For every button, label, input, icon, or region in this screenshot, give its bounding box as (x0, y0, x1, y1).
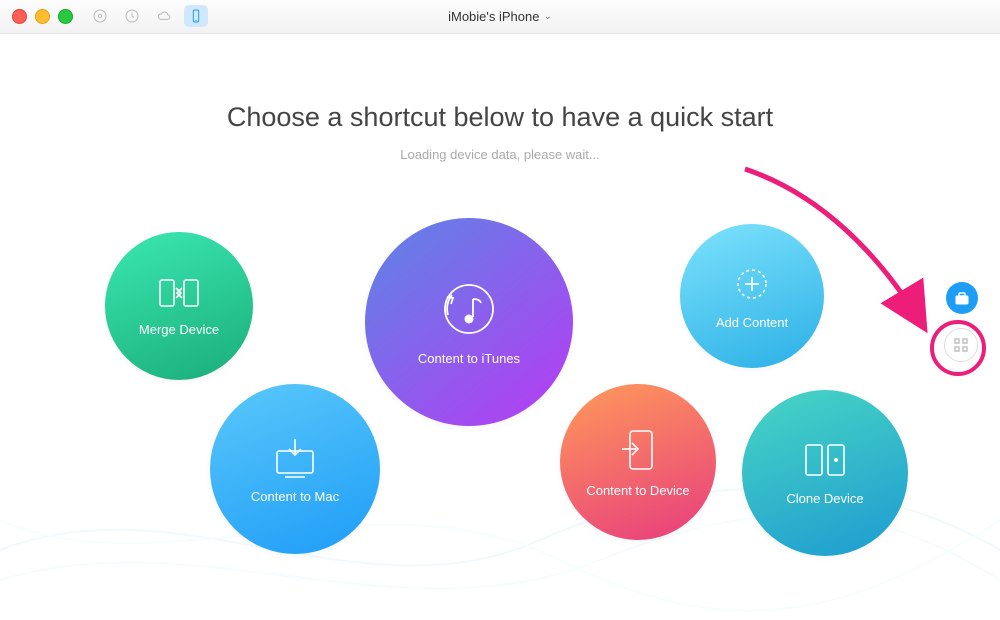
app-window: iMobie's iPhone ⌄ Choose a shortcut belo… (0, 0, 1000, 620)
chevron-down-icon: ⌄ (543, 11, 551, 22)
device-arrow-icon (618, 427, 658, 473)
content-to-mac-label: Content to Mac (251, 489, 339, 504)
content-to-mac-shortcut[interactable]: Content to Mac (210, 384, 380, 554)
icloud-button[interactable] (152, 5, 176, 27)
add-content-shortcut[interactable]: Add Content (680, 224, 824, 368)
page-title: Choose a shortcut below to have a quick … (0, 102, 1000, 133)
content-to-device-shortcut[interactable]: Content to Device (560, 384, 716, 540)
itunes-library-button[interactable] (88, 5, 112, 27)
clone-device-shortcut[interactable]: Clone Device (742, 390, 908, 556)
itunes-sync-icon (433, 279, 505, 341)
window-zoom-button[interactable] (58, 9, 73, 24)
toolbox-button[interactable] (946, 282, 978, 314)
cloud-icon (156, 8, 172, 24)
loading-status: Loading device data, please wait... (0, 147, 1000, 162)
history-icon (124, 8, 140, 24)
merge-device-shortcut[interactable]: Merge Device (105, 232, 253, 380)
merge-device-icon (156, 276, 202, 312)
device-button[interactable] (184, 5, 208, 27)
backup-history-button[interactable] (120, 5, 144, 27)
main-content: Choose a shortcut below to have a quick … (0, 34, 1000, 620)
add-icon (731, 263, 773, 305)
window-minimize-button[interactable] (35, 9, 50, 24)
music-disc-icon (92, 8, 108, 24)
merge-device-label: Merge Device (139, 322, 219, 337)
content-to-itunes-shortcut[interactable]: Content to iTunes (365, 218, 573, 426)
clone-device-icon (800, 441, 850, 481)
toolbar (88, 5, 208, 27)
device-name-label: iMobie's iPhone (448, 9, 539, 24)
clone-device-label: Clone Device (786, 491, 863, 506)
add-content-label: Add Content (716, 315, 788, 330)
mac-download-icon (269, 435, 321, 479)
titlebar: iMobie's iPhone ⌄ (0, 0, 1000, 34)
grid-icon (953, 337, 969, 353)
window-close-button[interactable] (12, 9, 27, 24)
phone-icon (188, 8, 204, 24)
category-view-button[interactable] (944, 328, 978, 362)
content-to-device-label: Content to Device (586, 483, 689, 498)
content-to-itunes-label: Content to iTunes (418, 351, 520, 366)
toolbox-icon (954, 290, 970, 306)
window-controls (12, 9, 73, 24)
